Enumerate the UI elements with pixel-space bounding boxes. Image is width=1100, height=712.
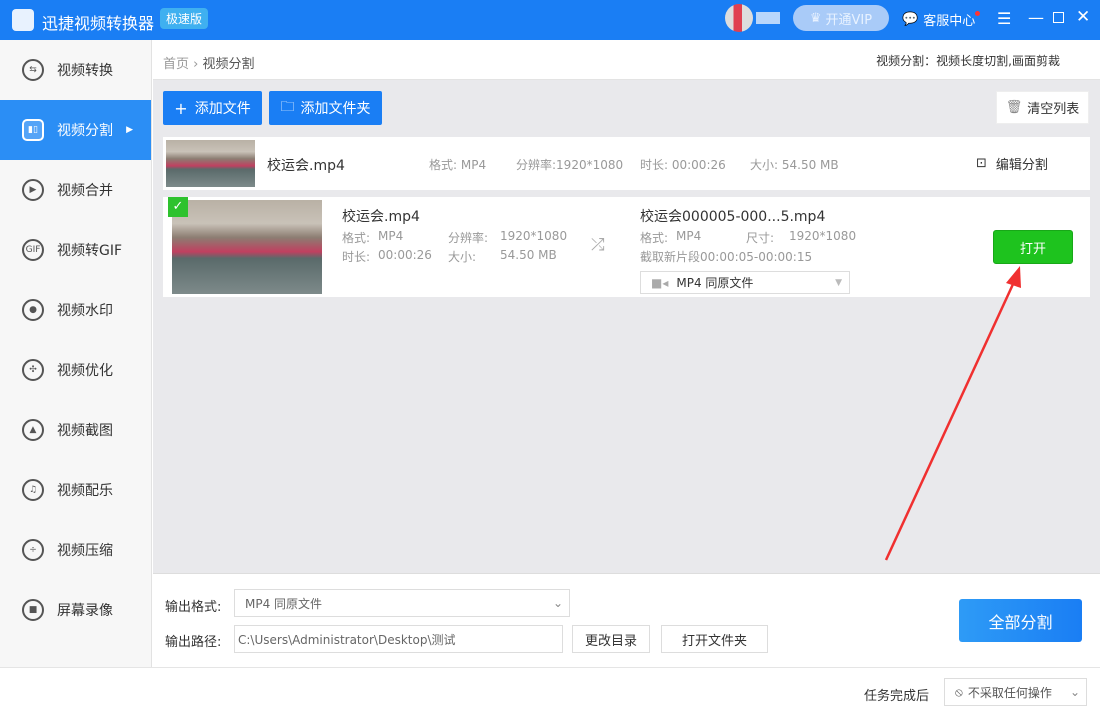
chevron-down-icon: ⌄ xyxy=(1069,685,1080,699)
chevron-down-icon: ⌄ xyxy=(552,596,563,610)
split-all-button[interactable]: 全部分割 xyxy=(959,599,1082,642)
split-all-label: 全部分割 xyxy=(988,612,1053,632)
output-format-value: MP4 同原文件 xyxy=(245,596,323,611)
after-task-label: 任务完成后 xyxy=(864,689,930,704)
open-folder-label: 打开文件夹 xyxy=(681,633,747,649)
output-path-input[interactable]: C:\Users\Administrator\Desktop\测试 xyxy=(234,625,563,653)
output-path-label: 输出路径: xyxy=(165,635,222,650)
output-path-value: C:\Users\Administrator\Desktop\测试 xyxy=(238,632,456,647)
open-folder-button[interactable]: 打开文件夹 xyxy=(661,625,768,653)
ban-icon: ⦸ xyxy=(955,684,963,699)
after-task-value: 不采取任何操作 xyxy=(967,685,1052,700)
output-settings-panel: 输出格式: MP4 同原文件 ⌄ 输出路径: C:\Users\Administr… xyxy=(153,573,1100,667)
after-task-dropdown[interactable]: ⦸ 不采取任何操作 ⌄ xyxy=(944,678,1087,706)
status-bar: 任务完成后 ⦸ 不采取任何操作 ⌄ xyxy=(0,667,1100,712)
change-directory-button[interactable]: 更改目录 xyxy=(572,625,650,653)
output-format-label: 输出格式: xyxy=(165,600,222,615)
change-directory-label: 更改目录 xyxy=(584,633,637,649)
output-format-dropdown[interactable]: MP4 同原文件 ⌄ xyxy=(234,589,570,617)
